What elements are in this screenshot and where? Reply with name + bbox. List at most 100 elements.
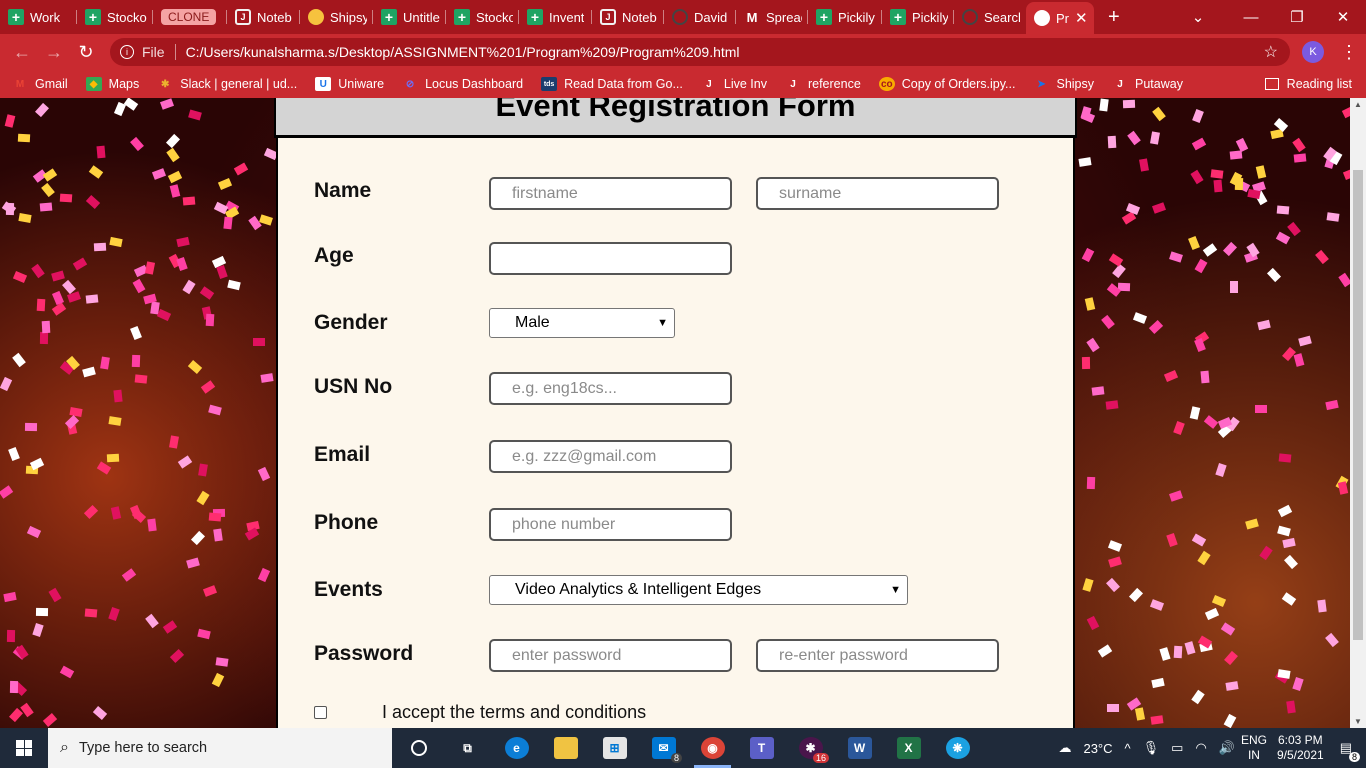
email-input[interactable]: e.g. zzz@gmail.com [489,440,732,473]
tab-notebook-2[interactable]: J Noteb [592,0,664,34]
confetti-piece [177,455,193,469]
reload-icon[interactable]: ↻ [70,42,102,63]
bookmark-maps[interactable]: ◆ Maps [85,77,139,91]
bookmark-reference[interactable]: Jreference [785,77,861,91]
confetti-piece [1266,267,1281,282]
confetti-piece [3,591,17,602]
confetti-piece [19,702,34,718]
confetti-piece [1169,251,1184,263]
confetti-piece [151,168,166,181]
notification-icon[interactable]: ▤ 8 [1340,740,1360,762]
weather-temp[interactable]: 23°C [1083,741,1112,756]
tab-david[interactable]: David [664,0,736,34]
confetti-piece [1081,356,1091,369]
taskbar: ⌕ Type here to search ⧉ e ⊞ ✉ 8 ◉ T ✱ 16 W… [0,728,1366,768]
firstname-input[interactable]: firstname [489,177,732,210]
reading-list-button[interactable]: Reading list [1264,77,1352,91]
mail-button[interactable]: ✉ 8 [639,728,688,768]
bookmark-shipsy[interactable]: ➤ Shipsy [1033,77,1094,91]
language-indicator[interactable]: ENG IN [1241,733,1267,763]
bookmark-uniware[interactable]: U Uniware [315,77,384,91]
volume-icon[interactable]: 🔊 [1219,740,1235,756]
restore-icon[interactable]: ❐ [1274,8,1320,26]
forward-icon[interactable]: → [38,42,70,63]
app-button[interactable]: ❋ [933,728,982,768]
confetti-piece [207,404,222,416]
tab-stocko-2[interactable]: Stocko [446,0,519,34]
teams-button[interactable]: T [737,728,786,768]
battery-icon[interactable]: ▭ [1171,740,1183,756]
close-window-icon[interactable]: ✕ [1320,8,1366,26]
bookmark-live-inv[interactable]: J Live Inv [701,77,767,91]
new-tab-button[interactable]: + [1094,0,1138,34]
confetti-piece [85,294,99,304]
gender-select[interactable]: Male ▼ [489,308,675,338]
tab-shipsy[interactable]: Shipsy [300,0,373,34]
profile-avatar[interactable]: K [1302,41,1324,63]
confetti-piece [1081,248,1094,263]
excel-button[interactable]: X [884,728,933,768]
cortana-button[interactable] [394,728,443,768]
edge-button[interactable]: e [492,728,541,768]
wifi-icon[interactable]: ◠ [1195,740,1206,756]
phone-input[interactable]: phone number [489,508,732,541]
tab-search[interactable]: Search [954,0,1026,34]
bookmark-slack[interactable]: ✱ Slack | general | ud... [157,77,297,91]
start-button[interactable] [0,728,48,768]
page-scrollbar[interactable]: ▲ ▼ [1350,98,1366,728]
scroll-up-icon[interactable]: ▲ [1354,100,1362,109]
url-text[interactable]: C:/Users/kunalsharma.s/Desktop/ASSIGNMEN… [186,44,740,60]
explorer-button[interactable] [541,728,590,768]
bookmark-locus[interactable]: ⊘ Locus Dashboard [402,77,523,91]
tab-work[interactable]: Work [0,0,77,34]
taskbar-search[interactable]: ⌕ Type here to search [48,728,392,768]
task-view-button[interactable]: ⧉ [443,728,492,768]
tab-pickily-2[interactable]: Pickily [882,0,954,34]
tab-spread[interactable]: MSpread [736,0,808,34]
bookmark-star-icon[interactable]: ☆ [1264,42,1278,62]
terms-checkbox[interactable] [314,706,327,719]
confetti-piece [1204,414,1219,429]
store-button[interactable]: ⊞ [590,728,639,768]
bookmark-gmail[interactable]: M Gmail [12,77,68,91]
bookmark-orders[interactable]: co Copy of Orders.ipy... [878,77,1015,91]
tab-clone[interactable]: CLONE [153,0,227,34]
tab-notebook-1[interactable]: J Noteb [227,0,300,34]
tab-stocko-1[interactable]: Stocko [77,0,153,34]
scroll-thumb[interactable] [1353,170,1363,640]
bookmark-read-data[interactable]: tds Read Data from Go... [541,77,683,91]
mic-icon[interactable]: 🎙 [1143,740,1160,756]
confetti-piece [10,681,19,694]
tab-program-active[interactable]: Pr ✕ [1026,2,1094,34]
chrome-button[interactable]: ◉ [688,728,737,768]
scroll-down-icon[interactable]: ▼ [1354,717,1362,726]
confetti-piece [1235,137,1249,152]
clock[interactable]: 6:03 PM 9/5/2021 [1277,733,1324,763]
word-button[interactable]: W [835,728,884,768]
events-select[interactable]: Video Analytics & Intelligent Edges ▼ [489,575,908,605]
tab-untitled[interactable]: Untitle [373,0,446,34]
usn-input[interactable]: e.g. eng18cs... [489,372,732,405]
address-bar[interactable]: i File C:/Users/kunalsharma.s/Desktop/AS… [110,38,1290,66]
bookmark-putaway[interactable]: J Putaway [1112,77,1183,91]
edge-icon: e [504,737,529,759]
slack-button[interactable]: ✱ 16 [786,728,835,768]
age-input[interactable] [489,242,732,275]
tray-chevron-icon[interactable]: ^ [1125,741,1131,756]
weather-icon[interactable]: ☁ [1058,740,1071,756]
info-icon[interactable]: i [120,45,134,59]
tab-invent[interactable]: Invent [519,0,592,34]
tab-search-icon[interactable]: ⌄ [1168,8,1228,26]
minimize-icon[interactable]: — [1228,9,1274,26]
password-input[interactable]: enter password [489,639,732,672]
close-tab-icon[interactable]: ✕ [1075,9,1088,27]
repassword-input[interactable]: re-enter password [756,639,999,672]
confetti-piece [188,109,203,121]
back-icon[interactable]: ← [6,42,38,63]
confetti-piece [43,167,58,182]
tab-pickily-1[interactable]: Pickily [808,0,882,34]
menu-icon[interactable]: ⋮ [1340,42,1358,63]
confetti-piece [1275,231,1291,245]
confetti-piece [0,485,14,499]
surname-input[interactable]: surname [756,177,999,210]
